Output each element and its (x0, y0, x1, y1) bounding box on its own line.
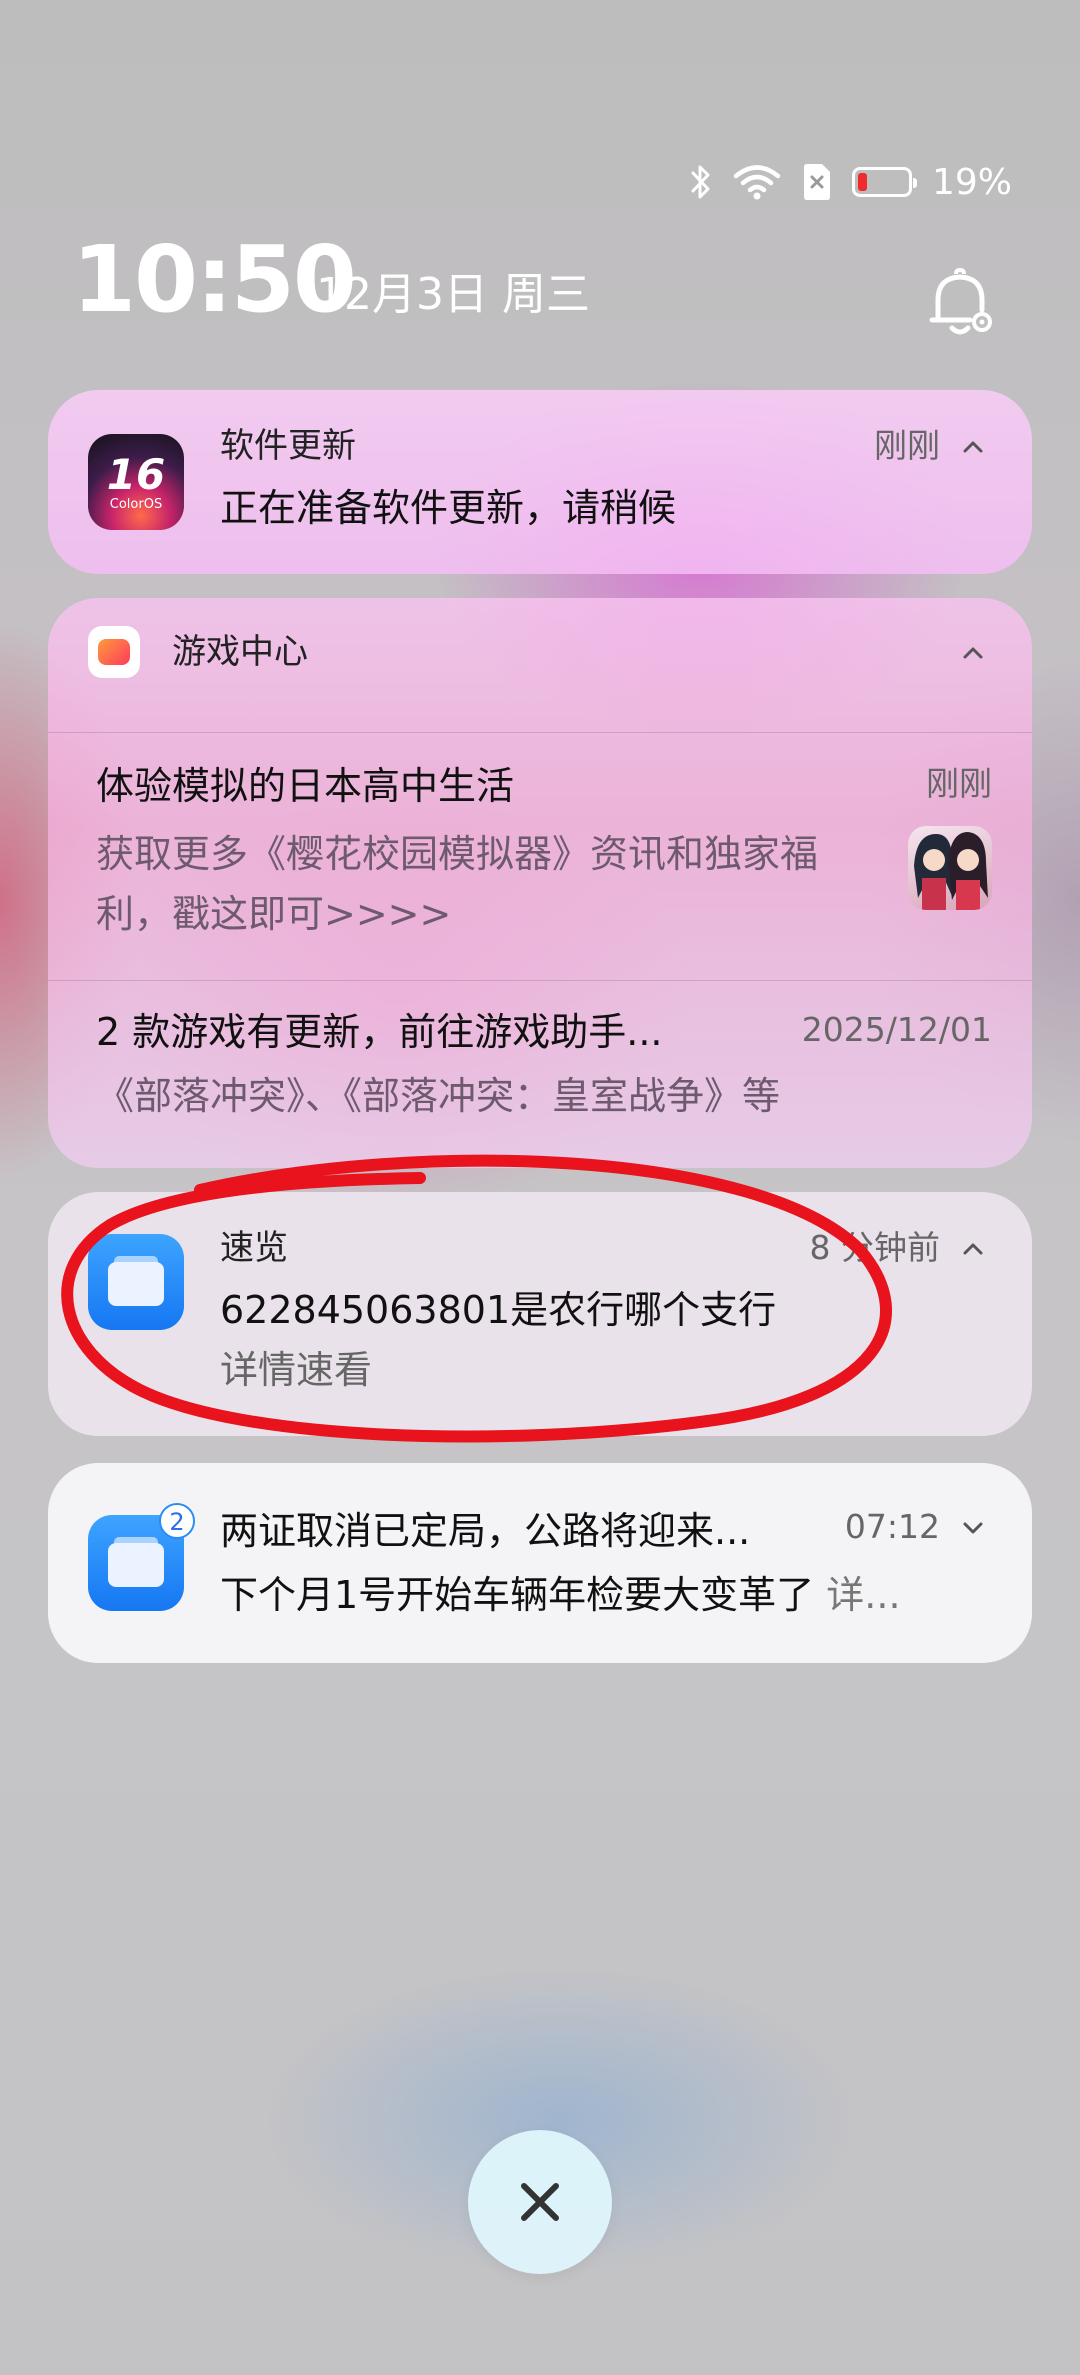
software-update-notification[interactable]: 16 ColorOS 软件更新 刚刚 正在准备软件更新，请稍候 (48, 390, 1032, 574)
chevron-up-icon[interactable] (962, 1238, 984, 1260)
bell-settings-icon (929, 267, 992, 335)
anime-girls-thumbnail (908, 826, 992, 910)
notification-title: 正在准备软件更新，请稍候 (220, 486, 677, 530)
notification-time: 刚刚 (874, 426, 940, 465)
notification-time: 刚刚 (926, 764, 992, 803)
battery-level (857, 173, 867, 191)
notification-title: 2 款游戏有更新，前往游戏助手... (96, 1010, 663, 1054)
status-bar: 19% (690, 160, 1012, 204)
notification-time: 2025/12/01 (801, 1010, 992, 1049)
chevron-up-icon[interactable] (962, 436, 984, 458)
notification-body-suffix: 详... (826, 1573, 901, 1617)
notification-time: 07:12 (844, 1507, 940, 1546)
notification-title: 622845063801是农行哪个支行 (220, 1288, 777, 1332)
sim-card-off-icon (803, 164, 830, 200)
red-annotation-circle (61, 1154, 892, 1443)
sulan-browser-icon (88, 1234, 184, 1330)
notification-subtitle: 详情速看 (220, 1348, 373, 1392)
bluetooth-icon (691, 165, 710, 199)
wifi-icon (733, 165, 781, 200)
notification-app-name: 游戏中心 (172, 632, 308, 672)
notification-body: 下个月1号开始车辆年检要大变革了 详... (220, 1573, 901, 1617)
chevron-down-icon[interactable] (962, 1517, 984, 1539)
game-center-notification-group[interactable]: 游戏中心 体验模拟的日本高中生活 刚刚 获取更多《樱花校园模拟器》资讯和独家福 … (48, 598, 1032, 1168)
notification-app-name: 软件更新 (220, 426, 356, 466)
battery-icon (851, 167, 917, 197)
chevron-up-icon[interactable] (962, 642, 984, 664)
notification-body: 获取更多《樱花校园模拟器》资讯和独家福 (96, 832, 819, 876)
notification-settings-button[interactable] (924, 266, 1000, 342)
lockscreen-time: 10:50 (72, 226, 357, 333)
notification-app-name: 速览 (220, 1228, 288, 1268)
notification-body: 利，戳这即可>>>> (96, 892, 452, 936)
clear-notifications-button[interactable] (468, 2130, 612, 2274)
sulan-notification[interactable]: 速览 8 分钟前 622845063801是农行哪个支行 详情速看 (48, 1192, 1032, 1436)
lockscreen-date: 12月3日 周三 (316, 269, 590, 320)
notification-body: 《部落冲突》、《部落冲突：皇室战争》等 (96, 1074, 781, 1118)
divider (48, 980, 1032, 981)
notification-title: 体验模拟的日本高中生活 (96, 764, 515, 808)
coloros-16-icon: 16 ColorOS (88, 434, 184, 530)
divider (48, 732, 1032, 733)
notification-time: 8 分钟前 (809, 1228, 941, 1267)
close-icon (521, 2183, 559, 2221)
notification-title: 两证取消已定局，公路将迎来... (220, 1509, 751, 1553)
notification-count-badge: 2 (159, 1503, 195, 1539)
news-notification-group[interactable]: 2 两证取消已定局，公路将迎来... 07:12 下个月1号开始车辆年检要大变革… (48, 1463, 1032, 1663)
battery-percent: 19% (931, 161, 1012, 203)
game-controller-icon (88, 626, 140, 678)
